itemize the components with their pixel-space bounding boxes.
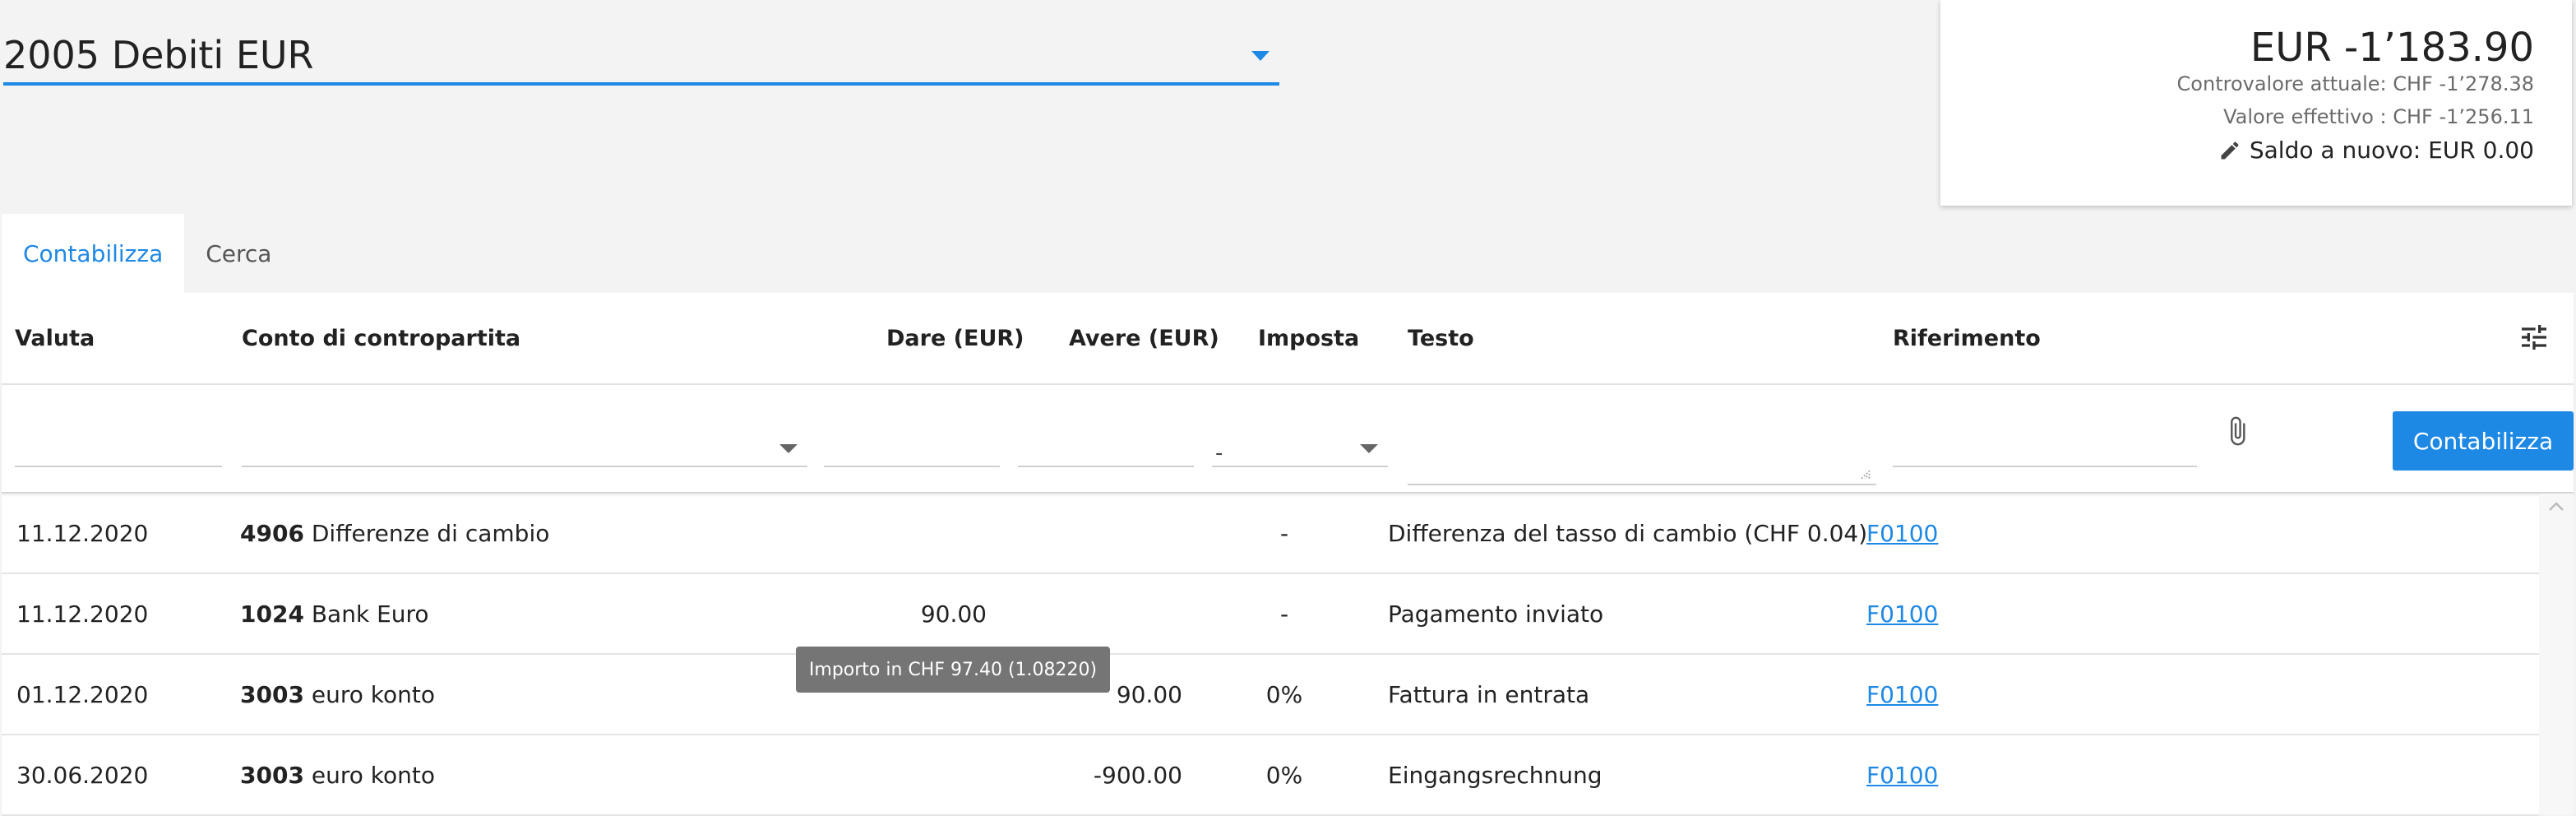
balance-amount: EUR -1’183.90 bbox=[2250, 25, 2534, 71]
row-tax: 0% bbox=[1265, 762, 1303, 789]
header-reference[interactable]: Riferimento bbox=[1893, 326, 2041, 351]
paperclip-icon[interactable] bbox=[2222, 410, 2253, 456]
date-input[interactable] bbox=[15, 424, 222, 467]
header-debit[interactable]: Dare (EUR) bbox=[886, 326, 1024, 351]
header-account[interactable]: Conto di contropartita bbox=[242, 326, 520, 351]
carry-forward-label: Saldo a nuovo: EUR 0.00 bbox=[2249, 137, 2534, 164]
tune-icon[interactable] bbox=[2518, 321, 2551, 357]
row-text: Pagamento inviato bbox=[1388, 600, 1604, 628]
pencil-icon[interactable] bbox=[2218, 139, 2241, 162]
row-reference-link[interactable]: F0100 bbox=[1866, 600, 1938, 628]
chevron-down-icon bbox=[1251, 51, 1270, 61]
row-date: 11.12.2020 bbox=[16, 600, 149, 628]
chevron-down-icon bbox=[1360, 444, 1378, 453]
header-credit[interactable]: Avere (EUR) bbox=[1069, 326, 1219, 351]
row-reference-link[interactable]: F0100 bbox=[1866, 681, 1938, 708]
carry-forward[interactable]: Saldo a nuovo: EUR 0.00 bbox=[2218, 137, 2534, 164]
header-date[interactable]: Valuta bbox=[15, 326, 95, 351]
tax-select[interactable]: - bbox=[1212, 424, 1388, 467]
tax-select-value: - bbox=[1215, 441, 1223, 466]
row-account-name: Differenze di cambio bbox=[311, 520, 550, 547]
tab-cerca[interactable]: Cerca bbox=[184, 214, 293, 293]
header-text[interactable]: Testo bbox=[1408, 326, 1474, 351]
journal-panel: Valuta Conto di contropartita Dare (EUR)… bbox=[2, 293, 2574, 816]
table-row[interactable]: 01.12.2020 3003 euro konto 90.00 0% Fatt… bbox=[2, 655, 2539, 735]
row-reference-link[interactable]: F0100 bbox=[1866, 520, 1938, 547]
row-tax: 0% bbox=[1265, 681, 1303, 708]
row-reference-link[interactable]: F0100 bbox=[1866, 762, 1938, 789]
scrollbar[interactable] bbox=[2539, 494, 2574, 814]
entry-row: - Contabilizza bbox=[2, 385, 2574, 494]
row-date: 11.12.2020 bbox=[16, 520, 149, 547]
row-text: Differenza del tasso di cambio (CHF 0.04… bbox=[1388, 520, 1868, 547]
tooltip: Importo in CHF 97.40 (1.08220) bbox=[796, 647, 1110, 693]
table-row[interactable]: 11.12.2020 4906 Differenze di cambio - D… bbox=[2, 494, 2539, 574]
row-account: 4906 Differenze di cambio bbox=[240, 520, 549, 547]
row-credit: 90.00 bbox=[1116, 681, 1182, 708]
entries-list: 11.12.2020 4906 Differenze di cambio - D… bbox=[2, 494, 2539, 816]
row-account-name: euro konto bbox=[311, 762, 435, 789]
row-account-number: 1024 bbox=[240, 600, 304, 628]
row-text: Eingangsrechnung bbox=[1388, 762, 1602, 789]
row-account-number: 3003 bbox=[240, 762, 304, 789]
row-credit: -900.00 bbox=[1093, 762, 1182, 789]
header-tax[interactable]: Imposta bbox=[1258, 326, 1359, 351]
reference-input[interactable] bbox=[1893, 424, 2197, 467]
chevron-down-icon bbox=[779, 444, 798, 453]
row-account-name: Bank Euro bbox=[311, 600, 429, 628]
current-value: Controvalore attuale: CHF -1’278.38 bbox=[2176, 72, 2534, 95]
row-date: 01.12.2020 bbox=[16, 681, 149, 708]
balance-card: EUR -1’183.90 Controvalore attuale: CHF … bbox=[1940, 0, 2572, 206]
text-input[interactable] bbox=[1408, 424, 1876, 485]
resize-handle-icon[interactable] bbox=[1858, 467, 1871, 480]
effective-value: Valore effettivo : CHF -1’256.11 bbox=[2223, 105, 2534, 128]
table-row[interactable]: 11.12.2020 1024 Bank Euro 90.00 - Pagame… bbox=[2, 574, 2539, 655]
row-tax: - bbox=[1279, 600, 1289, 628]
debit-input[interactable] bbox=[824, 424, 1000, 467]
chevron-up-icon[interactable] bbox=[2548, 500, 2564, 512]
row-text: Fattura in entrata bbox=[1388, 681, 1590, 708]
row-account: 3003 euro konto bbox=[240, 681, 435, 708]
tab-bar: Contabilizza Cerca bbox=[2, 214, 293, 293]
credit-input[interactable] bbox=[1018, 424, 1194, 467]
row-account-number: 4906 bbox=[240, 520, 304, 547]
row-account: 3003 euro konto bbox=[240, 762, 435, 789]
account-select-field[interactable] bbox=[242, 424, 807, 467]
account-select-value: 2005 Debiti EUR bbox=[3, 33, 314, 77]
table-row[interactable]: 30.06.2020 3003 euro konto -900.00 0% Ei… bbox=[2, 735, 2539, 816]
row-tax: - bbox=[1279, 520, 1289, 547]
row-account-number: 3003 bbox=[240, 681, 304, 708]
tab-contabilizza[interactable]: Contabilizza bbox=[2, 214, 185, 293]
row-account: 1024 Bank Euro bbox=[240, 600, 429, 628]
row-date: 30.06.2020 bbox=[16, 762, 149, 789]
row-debit[interactable]: 90.00 bbox=[921, 600, 987, 628]
table-header: Valuta Conto di contropartita Dare (EUR)… bbox=[2, 293, 2574, 385]
row-account-name: euro konto bbox=[311, 681, 435, 708]
post-button[interactable]: Contabilizza bbox=[2393, 411, 2574, 471]
account-select[interactable]: 2005 Debiti EUR bbox=[3, 30, 1279, 86]
